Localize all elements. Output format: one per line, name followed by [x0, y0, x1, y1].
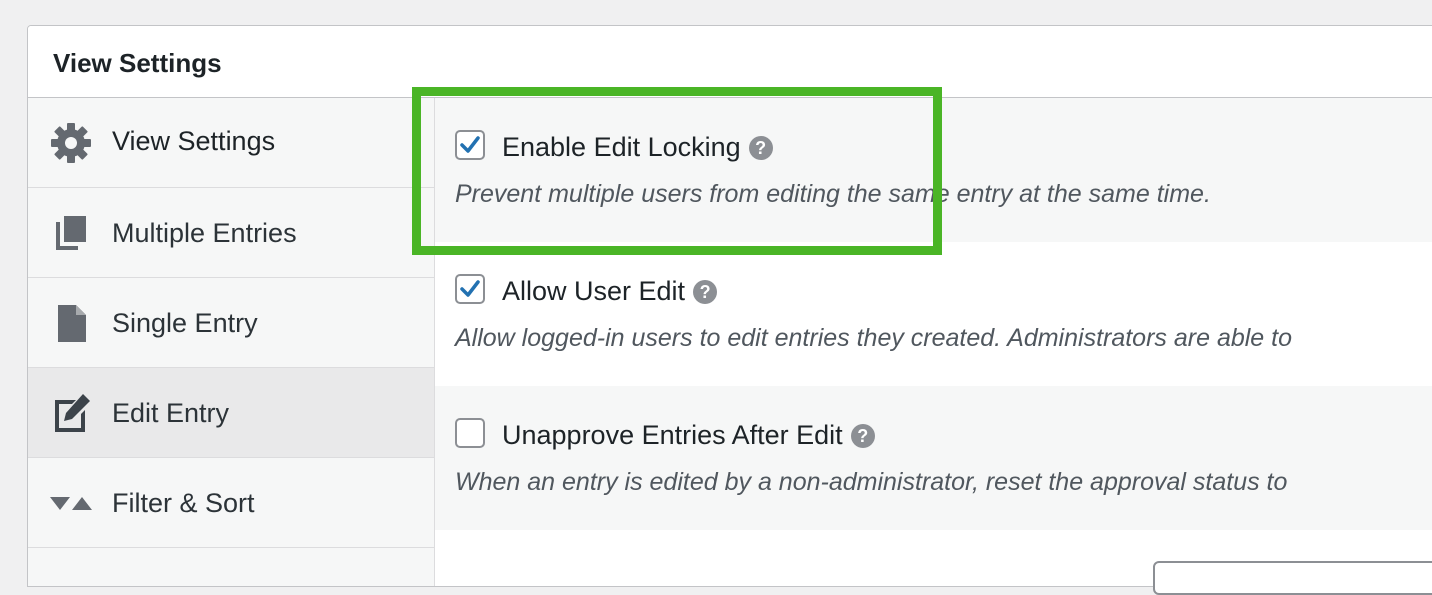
allow-user-edit-checkbox[interactable]: [455, 274, 485, 304]
setting-description: When an entry is edited by a non-adminis…: [455, 468, 1288, 496]
panel-header: View Settings: [28, 26, 1432, 98]
setting-row-allow-user-edit: Allow User Edit? Allow logged-in users t…: [435, 242, 1432, 386]
setting-label[interactable]: Allow User Edit?: [502, 276, 718, 307]
multiple-documents-icon: [50, 212, 92, 254]
enable-edit-locking-checkbox[interactable]: [455, 130, 485, 160]
setting-label[interactable]: Enable Edit Locking?: [502, 132, 773, 163]
checkmark-icon: [460, 136, 480, 153]
help-icon[interactable]: ?: [850, 424, 875, 448]
setting-label[interactable]: Unapprove Entries After Edit?: [502, 420, 875, 451]
edit-document-icon: [50, 392, 92, 434]
sidebar-item-label: Single Entry: [112, 308, 258, 338]
settings-content: Enable Edit Locking? Prevent multiple us…: [435, 98, 1432, 586]
gear-icon: [50, 122, 92, 164]
sidebar-item-edit-entry[interactable]: Edit Entry: [28, 368, 434, 458]
checkmark-icon: [460, 280, 480, 297]
help-icon[interactable]: ?: [748, 136, 773, 160]
settings-sidebar: View Settings Multiple Entries Single En…: [28, 98, 435, 586]
view-settings-panel: View Settings View Settings Multiple Ent…: [27, 25, 1432, 587]
sidebar-item-label: Edit Entry: [112, 398, 230, 428]
partial-input-field[interactable]: [1153, 561, 1432, 595]
panel-title: View Settings: [53, 48, 222, 78]
sidebar-item-multiple-entries[interactable]: Multiple Entries: [28, 188, 434, 278]
sidebar-item-label: Multiple Entries: [112, 218, 297, 248]
document-icon: [50, 302, 92, 344]
help-icon[interactable]: ?: [693, 280, 718, 304]
setting-description: Allow logged-in users to edit entries th…: [455, 324, 1292, 352]
sidebar-item-label: View Settings: [112, 126, 276, 156]
sidebar-item-filter-sort[interactable]: Filter & Sort: [28, 458, 434, 548]
setting-row-unapprove-after-edit: Unapprove Entries After Edit? When an en…: [435, 386, 1432, 530]
sort-icon: [50, 482, 92, 524]
setting-row-edit-locking: Enable Edit Locking? Prevent multiple us…: [435, 98, 1432, 242]
sidebar-item-label: Filter & Sort: [112, 488, 255, 518]
setting-description: Prevent multiple users from editing the …: [455, 180, 1211, 208]
sidebar-item-view-settings[interactable]: View Settings: [28, 98, 434, 188]
unapprove-entries-after-edit-checkbox[interactable]: [455, 418, 485, 448]
sidebar-item-single-entry[interactable]: Single Entry: [28, 278, 434, 368]
